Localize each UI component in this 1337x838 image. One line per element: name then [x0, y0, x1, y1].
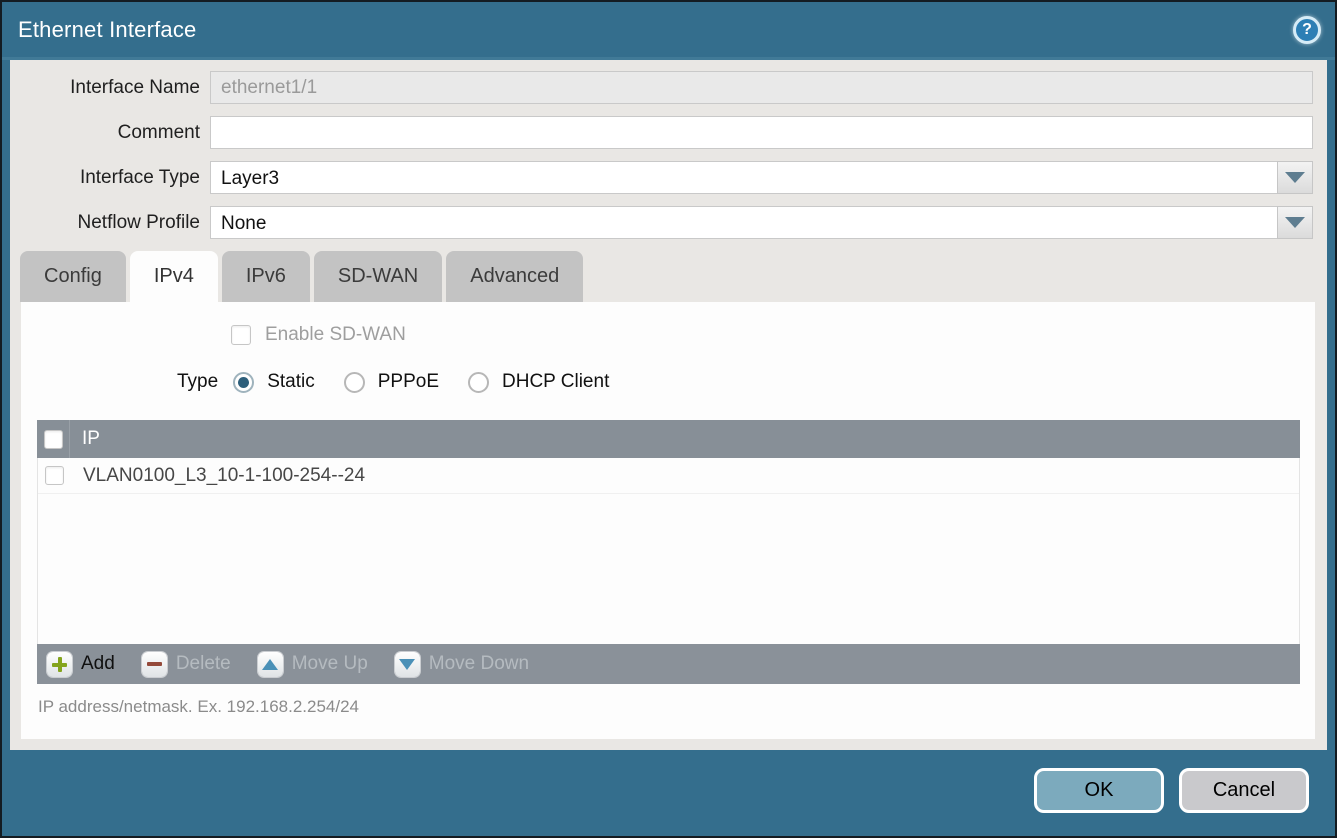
comment-label: Comment — [10, 122, 210, 144]
tab-strip: Config IPv4 IPv6 SD-WAN Advanced — [10, 251, 1327, 302]
dialog-content: Interface Name Comment Interface Type La… — [10, 60, 1327, 750]
interface-type-value: Layer3 — [211, 162, 1277, 193]
radio-label-dhcp-client: DHCP Client — [502, 371, 609, 393]
type-label: Type — [177, 371, 218, 393]
type-radio-row: Type Static PPPoE DHCP Client — [21, 371, 1315, 393]
netflow-profile-dropdown-button[interactable] — [1277, 206, 1313, 239]
tab-sdwan[interactable]: SD-WAN — [314, 251, 442, 302]
radio-option-pppoe[interactable]: PPPoE — [344, 371, 439, 393]
tab-config[interactable]: Config — [20, 251, 126, 302]
ip-row-value: VLAN0100_L3_10-1-100-254--24 — [71, 465, 365, 487]
radio-label-pppoe: PPPoE — [378, 371, 439, 393]
dialog-title: Ethernet Interface — [18, 17, 196, 43]
interface-name-label: Interface Name — [10, 77, 210, 99]
radio-option-static[interactable]: Static — [233, 371, 315, 393]
help-icon[interactable]: ? — [1293, 16, 1321, 44]
move-up-button[interactable]: Move Up — [258, 652, 368, 677]
netflow-profile-label: Netflow Profile — [10, 212, 210, 234]
enable-sdwan-checkbox — [231, 325, 251, 345]
form-row-interface-type: Interface Type Layer3 — [10, 161, 1327, 194]
ok-button[interactable]: OK — [1034, 768, 1164, 813]
radio-label-static: Static — [267, 371, 315, 393]
ethernet-interface-dialog: Ethernet Interface ? Interface Name Comm… — [0, 0, 1337, 838]
ip-table-header: IP — [37, 420, 1300, 458]
row-checkbox[interactable] — [45, 466, 64, 485]
tab-ipv4[interactable]: IPv4 — [130, 251, 218, 302]
move-down-button[interactable]: Move Down — [395, 652, 529, 677]
interface-name-field — [210, 71, 1313, 104]
add-button[interactable]: Add — [47, 652, 115, 677]
chevron-down-icon — [1285, 172, 1305, 183]
netflow-profile-select[interactable]: None — [210, 206, 1313, 239]
comment-field[interactable] — [210, 116, 1313, 149]
netflow-profile-value: None — [211, 207, 1277, 238]
radio-option-dhcp-client[interactable]: DHCP Client — [468, 371, 609, 393]
interface-type-dropdown-button[interactable] — [1277, 161, 1313, 194]
arrow-down-icon — [395, 652, 420, 677]
interface-type-label: Interface Type — [10, 167, 210, 189]
interface-type-select[interactable]: Layer3 — [210, 161, 1313, 194]
tab-ipv6[interactable]: IPv6 — [222, 251, 310, 302]
form-row-interface-name: Interface Name — [10, 71, 1327, 104]
minus-icon — [142, 652, 167, 677]
cancel-button[interactable]: Cancel — [1179, 768, 1309, 813]
enable-sdwan-row: Enable SD-WAN — [21, 324, 1315, 346]
select-all-checkbox[interactable] — [44, 430, 63, 449]
ip-table-body: VLAN0100_L3_10-1-100-254--24 — [37, 458, 1300, 644]
radio-icon-pppoe[interactable] — [344, 372, 365, 393]
ip-column-header: IP — [70, 428, 100, 450]
enable-sdwan-label: Enable SD-WAN — [265, 324, 406, 346]
ip-table: IP VLAN0100_L3_10-1-100-254--24 Add — [37, 420, 1300, 684]
ip-hint-text: IP address/netmask. Ex. 192.168.2.254/24 — [21, 684, 1315, 717]
tab-advanced[interactable]: Advanced — [446, 251, 583, 302]
form-row-netflow-profile: Netflow Profile None — [10, 206, 1327, 239]
form-row-comment: Comment — [10, 116, 1327, 149]
footer-bar: OK Cancel — [2, 750, 1335, 836]
titlebar: Ethernet Interface ? — [2, 2, 1335, 60]
table-toolbar: Add Delete Move Up Move Down — [37, 644, 1300, 684]
delete-button[interactable]: Delete — [142, 652, 231, 677]
chevron-down-icon — [1285, 217, 1305, 228]
ipv4-tab-panel: Enable SD-WAN Type Static PPPoE DHCP Cli… — [21, 302, 1315, 739]
plus-icon — [47, 652, 72, 677]
radio-icon-static[interactable] — [233, 372, 254, 393]
table-row[interactable]: VLAN0100_L3_10-1-100-254--24 — [38, 458, 1299, 494]
radio-icon-dhcp-client[interactable] — [468, 372, 489, 393]
arrow-up-icon — [258, 652, 283, 677]
